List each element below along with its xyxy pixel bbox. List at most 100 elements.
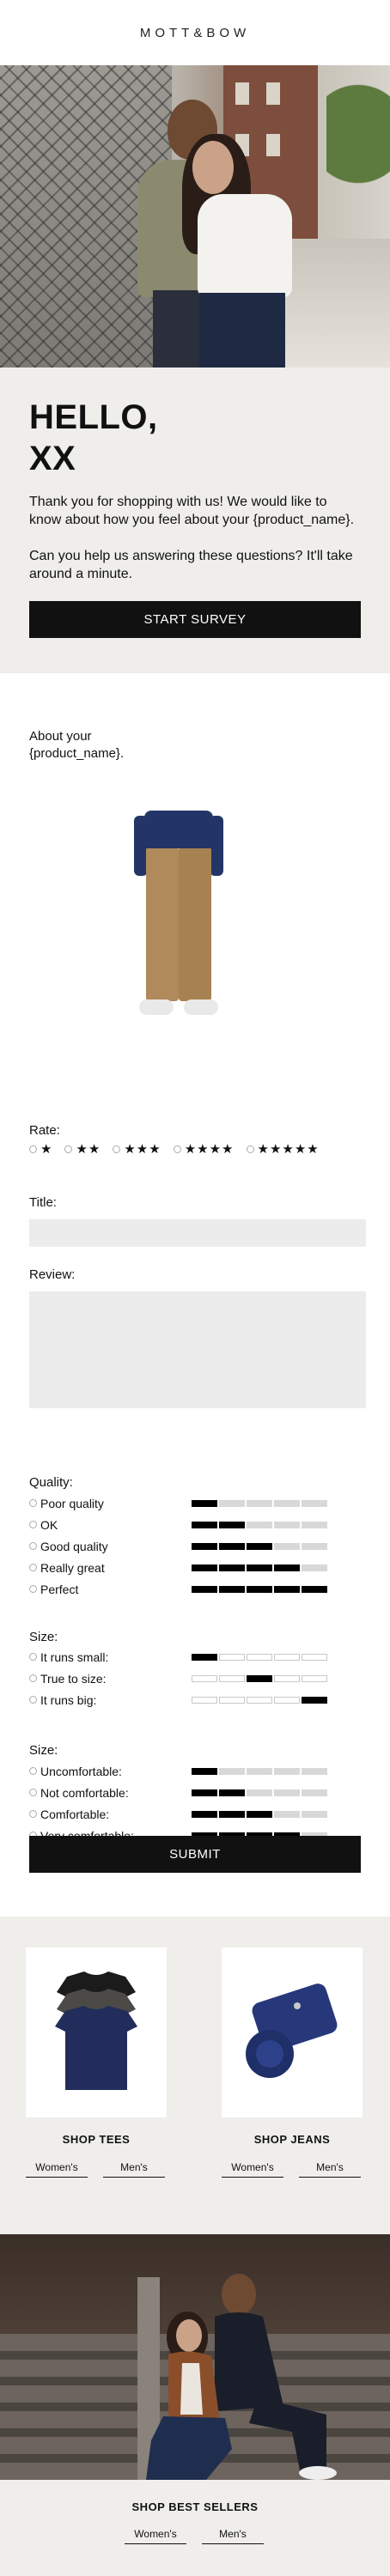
scale-segment [219,1564,245,1571]
email-page: MOTT&BOW HELLO, XX Thank you for shoppin… [0,0,390,2576]
scale-segment [274,1674,300,1682]
size-scale-bars [192,1653,327,1661]
scale-segment [192,1696,217,1704]
seated-models-graphic [146,2274,337,2480]
radio-icon[interactable] [29,1521,37,1528]
review-textarea[interactable] [29,1291,366,1408]
shop-tees-title[interactable]: SHOP TEES [19,2133,174,2146]
radio-icon[interactable] [29,1585,37,1593]
radio-icon[interactable] [64,1145,73,1153]
shop-jeans-title[interactable]: SHOP JEANS [215,2133,369,2146]
scale-segment [247,1789,272,1796]
comfort-scale-bars [192,1767,327,1775]
scale-segment [247,1499,272,1507]
scale-segment [302,1499,327,1507]
scale-segment [219,1542,245,1550]
tees-womens-link[interactable]: Women's [26,2161,88,2178]
scale-segment [247,1564,272,1571]
submit-button[interactable]: SUBMIT [29,1836,361,1873]
quality-option-label: Poor quality [40,1496,104,1510]
quality-label: Quality: [29,1475,73,1490]
quality-option[interactable]: Perfect [29,1578,366,1600]
radio-icon[interactable] [29,1789,37,1796]
scale-segment [219,1810,245,1818]
bottom-hero-image [0,2234,390,2480]
radio-icon[interactable] [29,1696,37,1704]
radio-icon[interactable] [113,1145,121,1153]
comfort-option[interactable]: Uncomfortable: [29,1760,366,1782]
quality-option[interactable]: Poor quality [29,1492,366,1514]
star-icon: ★★★★★ [257,1142,320,1157]
rate-option-4[interactable]: ★★★★ [173,1141,235,1157]
start-survey-button[interactable]: START SURVEY [29,601,361,638]
comfort-option-label: Not comfortable: [40,1785,129,1800]
quality-option[interactable]: Really great [29,1557,366,1578]
radio-icon[interactable] [29,1499,37,1507]
tree-graphic [326,65,390,237]
scale-segment [302,1696,327,1704]
comfort-option[interactable]: Comfortable: [29,1803,366,1825]
radio-icon[interactable] [29,1653,37,1661]
radio-icon[interactable] [29,1542,37,1550]
star-icon: ★ [40,1142,53,1157]
scale-segment [302,1521,327,1528]
size-option[interactable]: It runs small: [29,1646,366,1668]
scale-segment [192,1810,217,1818]
scale-segment [302,1542,327,1550]
radio-icon[interactable] [29,1564,37,1571]
quality-option[interactable]: OK [29,1514,366,1535]
scale-segment [302,1564,327,1571]
star-icon: ★★★★ [184,1142,235,1157]
tees-mens-link[interactable]: Men's [103,2161,165,2178]
radio-icon[interactable] [29,1674,37,1682]
jeans-card[interactable] [222,1947,363,2117]
size-option-label: True to size: [40,1671,107,1686]
scale-segment [247,1521,272,1528]
quality-option-label: Really great [40,1560,105,1575]
size-option[interactable]: True to size: [29,1668,366,1689]
best-mens-link[interactable]: Men's [202,2528,264,2544]
shop-best-sellers-title[interactable]: SHOP BEST SELLERS [118,2500,272,2513]
scale-segment [192,1521,217,1528]
survey-section: About your {product_name}. Rate: ★ ★★ ★★… [0,673,390,1408]
radio-icon[interactable] [29,1145,37,1153]
scale-segment [219,1653,245,1661]
title-label: Title: [29,1195,57,1210]
comfort-scale-bars [192,1789,327,1796]
ask-text: Can you help us answering these question… [29,549,353,581]
radio-icon[interactable] [29,1810,37,1818]
rate-option-1[interactable]: ★ [29,1141,52,1157]
about-line-1: About your [29,729,92,744]
rate-options: ★ ★★ ★★★ ★★★★ ★★★★★ [29,1141,332,1157]
scale-segment [274,1767,300,1775]
comfort-option[interactable]: Not comfortable: [29,1782,366,1803]
rate-option-5[interactable]: ★★★★★ [246,1141,320,1157]
rate-option-3[interactable]: ★★★ [113,1141,161,1157]
quality-option-label: Good quality [40,1539,108,1553]
scale-segment [302,1767,327,1775]
scale-segment [247,1810,272,1818]
shop-section: SHOP TEES Women's Men's SHOP JEANS Women… [0,1917,390,2234]
radio-icon[interactable] [29,1767,37,1775]
quality-option[interactable]: Good quality [29,1535,366,1557]
intro-text: Thank you for shopping with us! We would… [29,495,355,527]
scale-segment [192,1499,217,1507]
size-option[interactable]: It runs big: [29,1689,366,1710]
jeans-mens-link[interactable]: Men's [299,2161,361,2178]
best-womens-link[interactable]: Women's [125,2528,186,2544]
scale-segment [274,1499,300,1507]
tees-links: Women's Men's [26,2161,165,2178]
scale-segment [219,1767,245,1775]
quality-option-label: Perfect [40,1582,79,1596]
radio-icon[interactable] [173,1145,181,1153]
rate-option-2[interactable]: ★★ [64,1141,101,1157]
jeans-womens-link[interactable]: Women's [222,2161,283,2178]
scale-segment [192,1767,217,1775]
radio-icon[interactable] [246,1145,254,1153]
scale-segment [192,1674,217,1682]
best-links: Women's Men's [125,2528,264,2544]
comfort-scale-bars [192,1810,327,1818]
tees-card[interactable] [26,1947,167,2117]
brand-logo[interactable]: MOTT&BOW [140,26,250,40]
title-input[interactable] [29,1219,366,1247]
